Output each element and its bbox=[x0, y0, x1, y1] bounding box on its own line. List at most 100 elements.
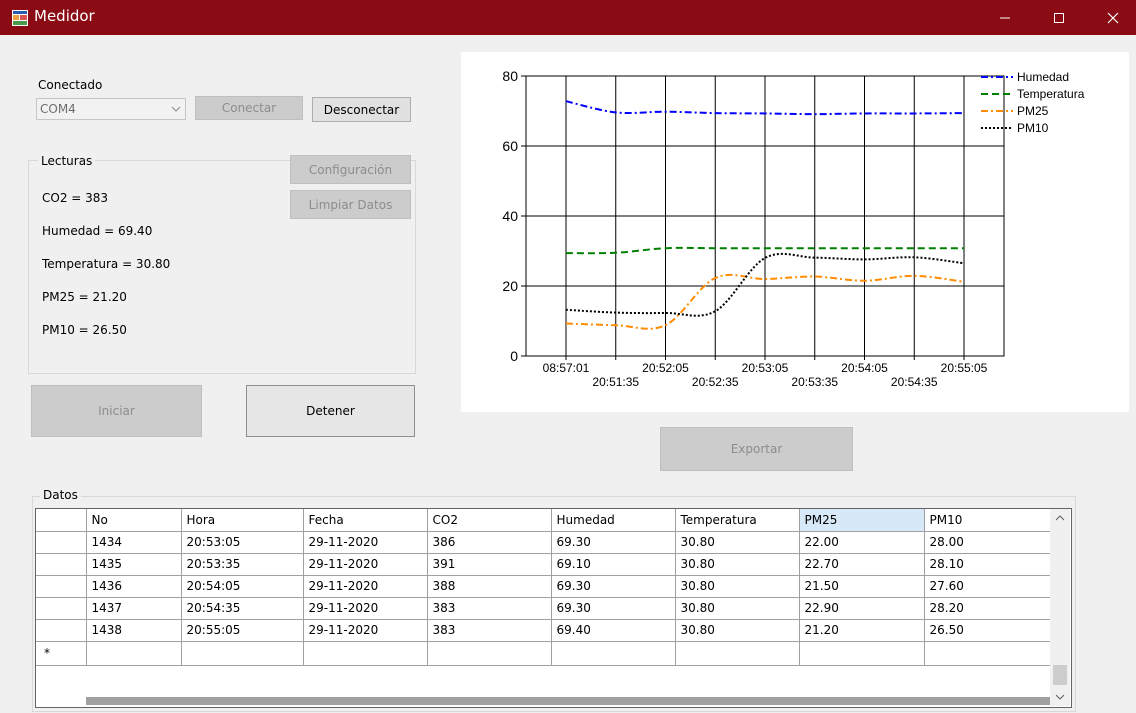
table-cell[interactable]: 20:54:35 bbox=[181, 597, 304, 620]
y-tick-label: 0 bbox=[510, 348, 518, 364]
data-grid[interactable]: No Hora Fecha CO2 Humedad Temperatura PM… bbox=[35, 508, 1072, 708]
table-cell[interactable]: 27.60 bbox=[924, 575, 1051, 598]
chevron-down-icon bbox=[171, 106, 181, 112]
row-header[interactable] bbox=[36, 597, 87, 620]
disconnect-button[interactable]: Desconectar bbox=[312, 97, 411, 122]
table-cell[interactable]: 29-11-2020 bbox=[303, 531, 428, 554]
table-cell[interactable]: 30.80 bbox=[675, 575, 800, 598]
close-button[interactable] bbox=[1090, 0, 1136, 35]
column-header[interactable]: PM25 bbox=[799, 509, 925, 532]
stop-button[interactable]: Detener bbox=[246, 385, 415, 437]
table-row[interactable]: 1437 20:54:35 29-11-2020 383 69.30 30.80 22.90… bbox=[36, 597, 1051, 620]
table-cell[interactable]: 69.30 bbox=[551, 597, 676, 620]
minimize-button[interactable] bbox=[982, 0, 1028, 35]
table-row[interactable]: 1438 20:55:05 29-11-2020 383 69.40 30.80 21.20… bbox=[36, 619, 1051, 642]
table-cell[interactable]: 21.50 bbox=[799, 575, 925, 598]
sensor-chart: 0 20 40 60 80 08:57:01 20:52:05 20:53:05 20:54:0… bbox=[461, 52, 1129, 412]
export-button[interactable]: Exportar bbox=[660, 427, 853, 471]
legend-label: Humedad bbox=[1017, 70, 1069, 84]
table-cell[interactable]: 29-11-2020 bbox=[303, 597, 428, 620]
table-cell[interactable]: 28.00 bbox=[924, 531, 1051, 554]
table-cell[interactable] bbox=[551, 641, 676, 666]
table-cell[interactable]: 21.20 bbox=[799, 619, 925, 642]
row-header[interactable] bbox=[36, 531, 87, 554]
table-row[interactable]: 1436 20:54:05 29-11-2020 388 69.30 30.80 21.50… bbox=[36, 575, 1051, 598]
table-row[interactable]: 1435 20:53:35 29-11-2020 391 69.10 30.80 22.70… bbox=[36, 553, 1051, 576]
table-cell[interactable]: 20:53:35 bbox=[181, 553, 304, 576]
legend-label: PM25 bbox=[1017, 104, 1049, 118]
table-cell[interactable]: 26.50 bbox=[924, 619, 1051, 642]
column-header[interactable]: Fecha bbox=[303, 509, 428, 532]
table-cell[interactable]: 391 bbox=[427, 553, 552, 576]
column-header[interactable]: CO2 bbox=[427, 509, 552, 532]
pm25-reading: PM25 = 21.20 bbox=[42, 290, 127, 304]
table-cell[interactable] bbox=[924, 641, 1051, 666]
vertical-scrollbar[interactable] bbox=[1050, 509, 1070, 706]
table-cell[interactable]: 386 bbox=[427, 531, 552, 554]
table-cell[interactable] bbox=[303, 641, 428, 666]
clear-data-button[interactable]: Limpiar Datos bbox=[290, 190, 411, 219]
x-tick-label: 20:51:35 bbox=[592, 375, 639, 389]
readings-group-label: Lecturas bbox=[38, 154, 96, 168]
table-cell[interactable]: 29-11-2020 bbox=[303, 619, 428, 642]
row-header[interactable] bbox=[36, 553, 87, 576]
table-cell[interactable]: 69.40 bbox=[551, 619, 676, 642]
table-cell[interactable]: 30.80 bbox=[675, 553, 800, 576]
table-cell[interactable]: 20:54:05 bbox=[181, 575, 304, 598]
row-header[interactable] bbox=[36, 575, 87, 598]
table-cell[interactable]: 383 bbox=[427, 619, 552, 642]
x-tick-label: 20:54:35 bbox=[891, 375, 938, 389]
table-cell[interactable]: 30.80 bbox=[675, 619, 800, 642]
table-cell[interactable]: 22.70 bbox=[799, 553, 925, 576]
table-cell[interactable]: 1436 bbox=[86, 575, 182, 598]
column-header[interactable]: No bbox=[86, 509, 182, 532]
new-row[interactable]: * bbox=[36, 641, 1051, 666]
chart-svg: 0 20 40 60 80 08:57:01 20:52:05 20:53:05 20:54:0… bbox=[502, 68, 1084, 389]
row-header[interactable] bbox=[36, 619, 87, 642]
table-cell[interactable]: 28.10 bbox=[924, 553, 1051, 576]
column-header[interactable]: PM10 bbox=[924, 509, 1051, 532]
table-cell[interactable]: 30.80 bbox=[675, 597, 800, 620]
x-tick-label: 20:54:05 bbox=[841, 361, 888, 375]
port-select[interactable]: COM4 bbox=[36, 98, 186, 120]
scrollbar-thumb[interactable] bbox=[1053, 665, 1067, 685]
table-cell[interactable]: 28.20 bbox=[924, 597, 1051, 620]
column-header[interactable]: Temperatura bbox=[675, 509, 800, 532]
table-cell[interactable]: 1434 bbox=[86, 531, 182, 554]
table-cell[interactable]: 69.10 bbox=[551, 553, 676, 576]
column-header[interactable]: Hora bbox=[181, 509, 304, 532]
table-cell[interactable]: 69.30 bbox=[551, 575, 676, 598]
table-cell[interactable]: 22.00 bbox=[799, 531, 925, 554]
connect-button[interactable]: Conectar bbox=[195, 96, 303, 120]
table-cell[interactable]: 1438 bbox=[86, 619, 182, 642]
table-cell[interactable]: 69.30 bbox=[551, 531, 676, 554]
column-header[interactable]: Humedad bbox=[551, 509, 676, 532]
table-cell[interactable]: 30.80 bbox=[675, 531, 800, 554]
table-cell[interactable]: 22.90 bbox=[799, 597, 925, 620]
table-cell[interactable]: 29-11-2020 bbox=[303, 575, 428, 598]
data-group-label: Datos bbox=[40, 488, 81, 502]
table-cell[interactable]: 1435 bbox=[86, 553, 182, 576]
table-header-row: No Hora Fecha CO2 Humedad Temperatura PM… bbox=[36, 509, 1051, 532]
table-cell[interactable] bbox=[675, 641, 800, 666]
table-cell[interactable]: 20:55:05 bbox=[181, 619, 304, 642]
table-cell[interactable]: 20:53:05 bbox=[181, 531, 304, 554]
chevron-up-icon[interactable] bbox=[1050, 511, 1070, 525]
chevron-down-icon[interactable] bbox=[1050, 690, 1070, 704]
x-tick-label: 20:55:05 bbox=[941, 361, 988, 375]
maximize-button[interactable] bbox=[1036, 0, 1082, 35]
table-cell[interactable]: 29-11-2020 bbox=[303, 553, 428, 576]
row-header-corner bbox=[36, 509, 87, 532]
table-cell[interactable] bbox=[799, 641, 925, 666]
table-cell[interactable]: 1437 bbox=[86, 597, 182, 620]
table-row[interactable]: 1434 20:53:05 29-11-2020 386 69.30 30.80 22.00… bbox=[36, 531, 1051, 554]
table-cell[interactable]: 388 bbox=[427, 575, 552, 598]
start-button[interactable]: Iniciar bbox=[31, 385, 202, 437]
table-cell[interactable] bbox=[427, 641, 552, 666]
co2-reading: CO2 = 383 bbox=[42, 191, 109, 205]
horizontal-scrollbar[interactable] bbox=[86, 697, 1050, 705]
table-cell[interactable]: 383 bbox=[427, 597, 552, 620]
table-cell[interactable] bbox=[86, 641, 182, 666]
configuration-button[interactable]: Configuración bbox=[290, 155, 411, 184]
table-cell[interactable] bbox=[181, 641, 304, 666]
